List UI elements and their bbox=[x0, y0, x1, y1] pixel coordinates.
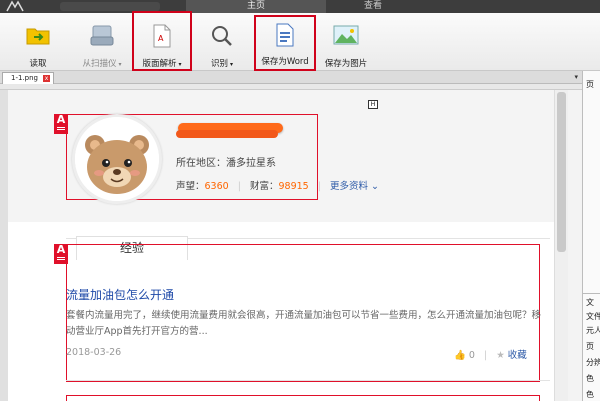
separator: | bbox=[483, 350, 488, 361]
prestige-label: 声望： bbox=[176, 181, 205, 192]
ribbon-toolbar: 读取 从扫描仪 ▾ A 版面解析 ▾ 识别 ▾ 保存为Word 保存为图片 bbox=[0, 11, 600, 71]
save-as-image-label: 保存为图片 bbox=[324, 59, 368, 69]
tab-home[interactable]: 主页 bbox=[186, 0, 326, 13]
app-logo-icon bbox=[6, 0, 24, 12]
save-as-image-button[interactable]: 保存为图片 bbox=[316, 17, 376, 69]
location-row: 所在地区：潘多拉星系 bbox=[176, 154, 276, 169]
article-excerpt: 套餐内流量用完了，继续使用流量费用就会很高，开通流量加油包可以节省一些费用，怎么… bbox=[66, 310, 542, 337]
recognize-button[interactable]: 识别 ▾ bbox=[192, 17, 252, 69]
panel-divider bbox=[583, 293, 600, 294]
panel-label: 文件 bbox=[586, 312, 600, 321]
article-date: 2018-03-26 bbox=[66, 347, 122, 358]
chevron-down-icon: ▾ bbox=[228, 61, 233, 68]
read-button[interactable]: 读取 bbox=[8, 17, 68, 69]
next-region-box[interactable] bbox=[66, 395, 540, 401]
svg-text:A: A bbox=[158, 34, 164, 43]
document-tab[interactable]: 1-1.png x bbox=[2, 72, 54, 84]
word-document-icon bbox=[276, 23, 294, 47]
like-count: 0 bbox=[468, 350, 475, 361]
document-canvas: A H 所在地区：潘多拉星系 声望：6360 | 财富：98915 | 更多资料… bbox=[8, 90, 554, 401]
collect-link[interactable]: 收藏 bbox=[508, 350, 527, 361]
panel-label: 色 bbox=[586, 390, 594, 399]
chevron-down-icon[interactable]: ▾ bbox=[574, 73, 578, 81]
prestige-value: 6360 bbox=[204, 181, 229, 192]
wealth-value: 98915 bbox=[278, 181, 309, 192]
magnifier-icon bbox=[212, 26, 232, 46]
panel-label: 页 bbox=[586, 342, 594, 351]
chevron-down-icon: ⌄ bbox=[368, 181, 379, 192]
tab-view[interactable]: 查看 bbox=[338, 0, 408, 13]
title-bar: 主页 查看 bbox=[0, 0, 600, 13]
location-label: 所在地区： bbox=[176, 158, 226, 169]
scrollbar-thumb[interactable] bbox=[557, 92, 566, 252]
stats-row: 声望：6360 | 财富：98915 | 更多资料 ⌄ bbox=[176, 178, 379, 192]
header-marker[interactable]: H bbox=[368, 100, 378, 109]
save-as-word-label: 保存为Word bbox=[261, 57, 309, 67]
chevron-down-icon: ▾ bbox=[116, 61, 122, 68]
separator: | bbox=[237, 181, 241, 192]
avatar bbox=[72, 114, 162, 204]
properties-panel: 页 文 文件 元人 页 分辨 色 色 bbox=[582, 71, 600, 401]
document-tab-bar: 1-1.png x ▾ bbox=[0, 71, 582, 84]
text-region-marker[interactable]: A bbox=[54, 244, 68, 264]
chevron-down-icon: ▾ bbox=[176, 61, 182, 68]
location-value: 潘多拉星系 bbox=[226, 158, 276, 169]
wealth-label: 财富： bbox=[249, 181, 279, 192]
layout-analysis-label: 版面解析 bbox=[142, 59, 177, 69]
text-region-marker[interactable]: A bbox=[54, 114, 68, 134]
panel-label: 色 bbox=[586, 374, 594, 383]
save-as-word-button[interactable]: 保存为Word bbox=[254, 15, 316, 71]
vertical-scrollbar[interactable] bbox=[554, 90, 568, 401]
blurred-title bbox=[60, 2, 160, 11]
article-actions: 👍 0 | ★ 收藏 bbox=[454, 347, 527, 361]
star-icon[interactable]: ★ bbox=[496, 350, 505, 361]
thumbs-up-icon[interactable]: 👍 bbox=[454, 350, 466, 361]
from-scanner-button[interactable]: 从扫描仪 ▾ bbox=[72, 17, 132, 69]
from-scanner-label: 从扫描仪 bbox=[82, 59, 117, 69]
document-tab-label: 1-1.png bbox=[11, 74, 38, 82]
folder-read-icon bbox=[26, 28, 50, 45]
recognize-label: 识别 bbox=[211, 59, 229, 69]
panel-label: 页 bbox=[586, 80, 594, 89]
read-label: 读取 bbox=[29, 59, 47, 69]
panel-label: 分辨 bbox=[586, 358, 600, 367]
section-divider bbox=[66, 380, 550, 381]
layout-analysis-icon: A bbox=[153, 24, 171, 48]
more-info-link[interactable]: 更多资料 bbox=[330, 181, 368, 192]
bear-avatar-icon bbox=[75, 117, 159, 201]
scanner-icon bbox=[90, 25, 114, 46]
vertical-ruler bbox=[0, 90, 8, 401]
separator: | bbox=[317, 181, 321, 192]
panel-label: 文 bbox=[586, 298, 594, 307]
app-window: 主页 查看 读取 从扫描仪 ▾ A 版面解析 ▾ 识别 ▾ 保存为Word 保存… bbox=[0, 0, 600, 401]
close-icon[interactable]: x bbox=[43, 75, 50, 82]
username-redacted-shadow bbox=[176, 130, 278, 138]
article-title-link[interactable]: 流量加油包怎么开通 bbox=[66, 286, 174, 303]
panel-label: 元人 bbox=[586, 326, 600, 335]
image-icon bbox=[333, 25, 359, 45]
layout-analysis-button[interactable]: A 版面解析 ▾ bbox=[132, 11, 192, 71]
